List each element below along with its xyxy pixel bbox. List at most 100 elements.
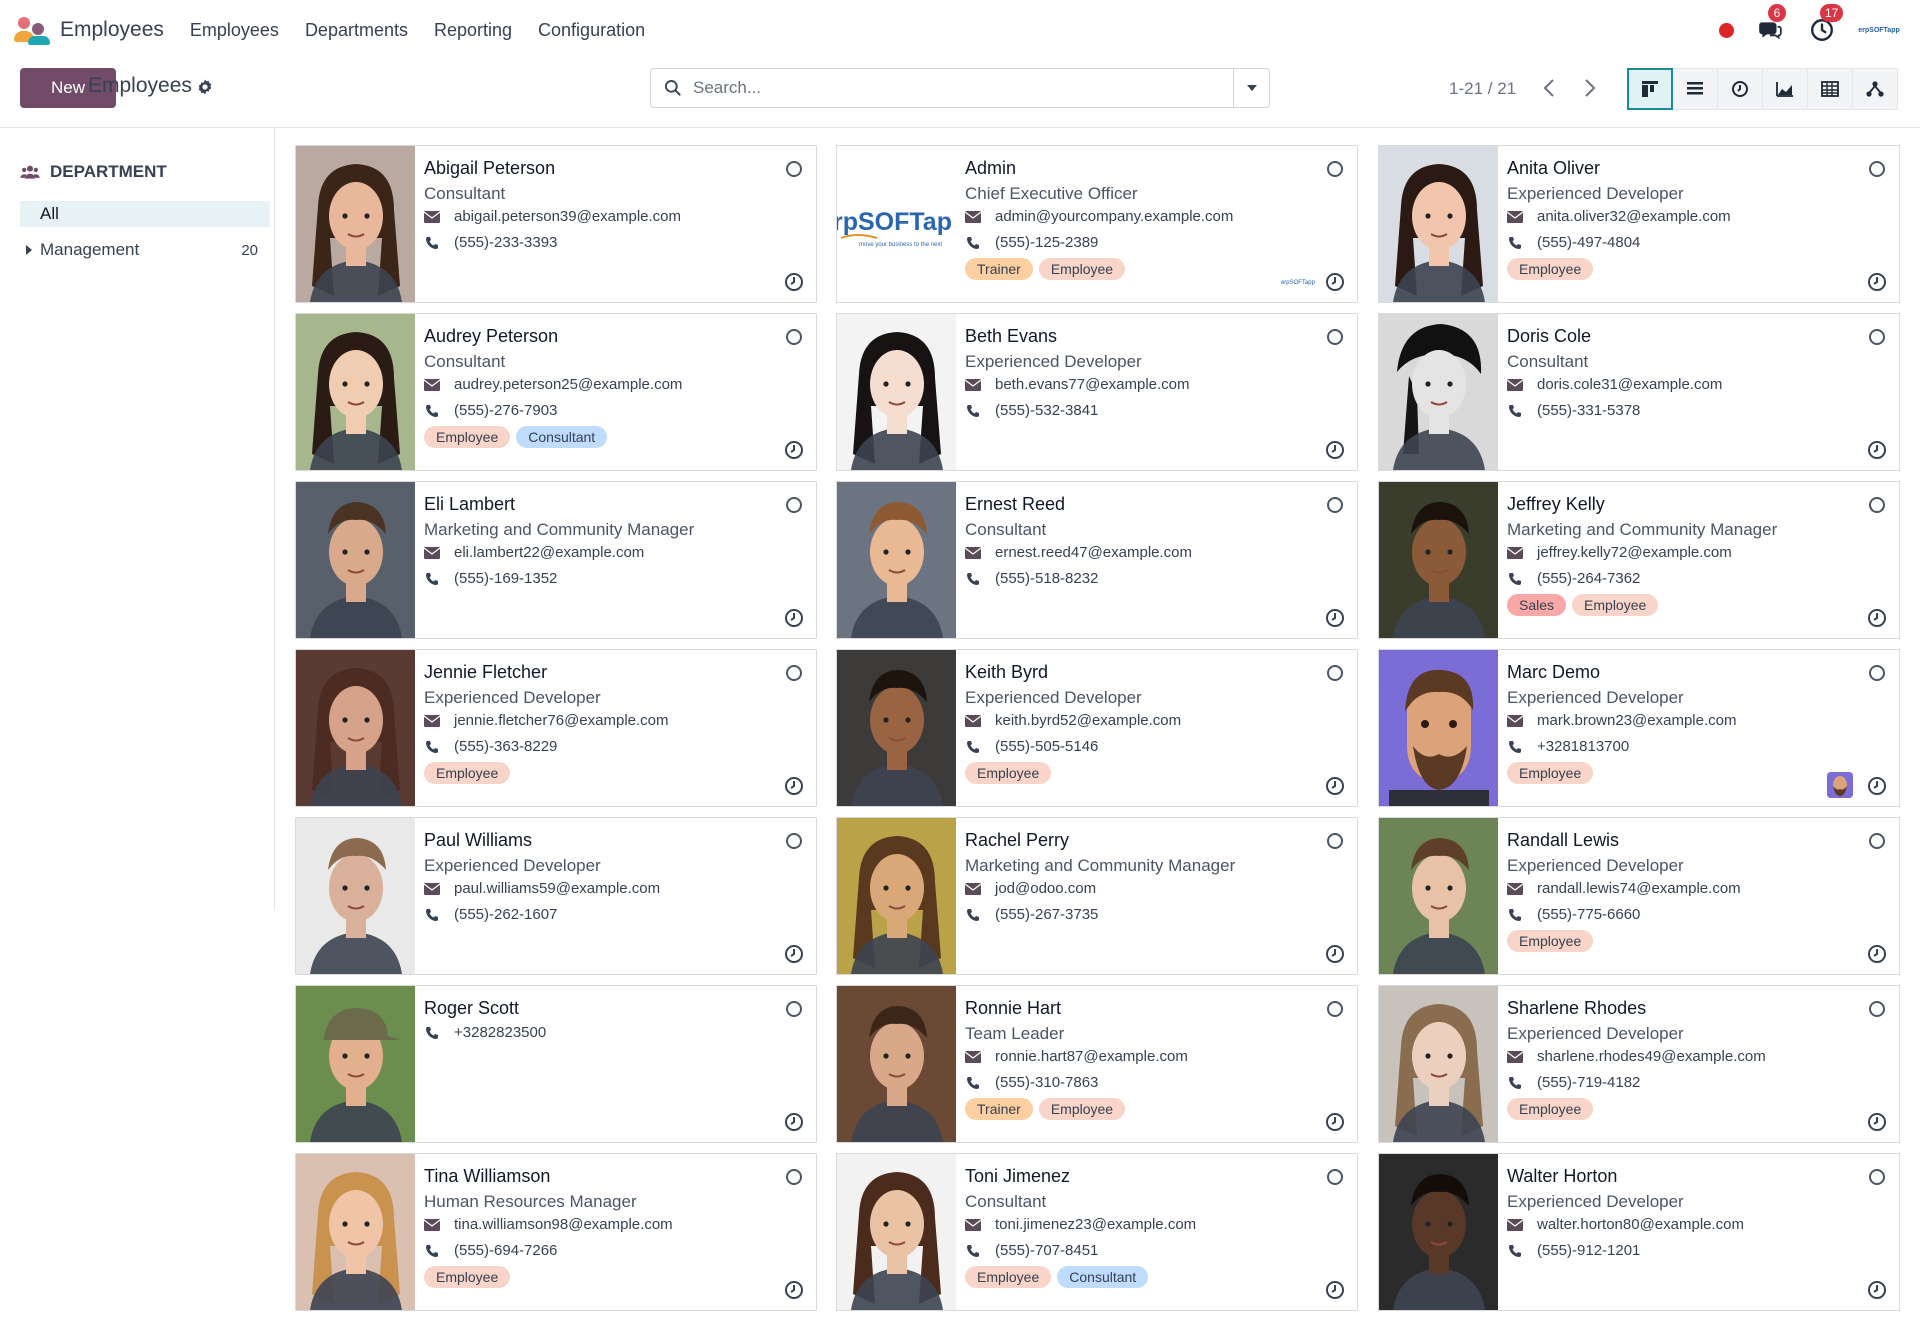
- employee-phone[interactable]: (555)-262-1607: [454, 906, 557, 923]
- activity-clock-icon[interactable]: [1325, 440, 1345, 460]
- employee-email[interactable]: doris.cole31@example.com: [1537, 376, 1722, 393]
- activities-button[interactable]: 17: [1808, 4, 1844, 44]
- app-name[interactable]: Employees: [60, 18, 164, 42]
- employee-card[interactable]: Keith Byrd Experienced Developer keith.byr…: [836, 649, 1358, 807]
- activity-clock-icon[interactable]: [1867, 272, 1887, 292]
- activity-clock-icon[interactable]: [784, 1112, 804, 1132]
- employee-phone[interactable]: +3281813700: [1537, 738, 1629, 755]
- employee-card[interactable]: Toni Jimenez Consultant toni.jimenez23@exa…: [836, 1153, 1358, 1311]
- pager-value[interactable]: 1-21 / 21: [1449, 79, 1516, 99]
- company-switcher[interactable]: erpSOFTapp: [1858, 23, 1899, 37]
- department-filter-all[interactable]: All: [20, 201, 270, 227]
- employee-photo[interactable]: [296, 818, 415, 974]
- employee-email[interactable]: abigail.peterson39@example.com: [454, 208, 681, 225]
- activity-clock-icon[interactable]: [1325, 1112, 1345, 1132]
- activity-clock-icon[interactable]: [1867, 776, 1887, 796]
- kanban-view-button[interactable]: [1627, 68, 1673, 110]
- employee-email[interactable]: walter.horton80@example.com: [1537, 1216, 1744, 1233]
- list-view-button[interactable]: [1672, 68, 1718, 110]
- status-dot-icon[interactable]: [1719, 22, 1734, 38]
- employee-card[interactable]: Walter Horton Experienced Developer walter…: [1378, 1153, 1900, 1311]
- employee-email[interactable]: anita.oliver32@example.com: [1537, 208, 1731, 225]
- employee-photo[interactable]: [837, 986, 956, 1142]
- employee-email[interactable]: keith.byrd52@example.com: [995, 712, 1181, 729]
- employee-photo[interactable]: [1379, 146, 1498, 302]
- pager-previous-button[interactable]: [1530, 68, 1568, 108]
- employee-card[interactable]: Jeffrey Kelly Marketing and Community Man…: [1378, 481, 1900, 639]
- employee-email[interactable]: audrey.peterson25@example.com: [454, 376, 682, 393]
- activity-clock-icon[interactable]: [1867, 608, 1887, 628]
- employee-phone[interactable]: (555)-331-5378: [1537, 402, 1640, 419]
- employee-photo[interactable]: [837, 818, 956, 974]
- employee-photo[interactable]: [1379, 314, 1498, 470]
- employee-photo[interactable]: [1379, 818, 1498, 974]
- activity-clock-icon[interactable]: [1325, 1280, 1345, 1300]
- activity-clock-icon[interactable]: [1325, 608, 1345, 628]
- employee-photo[interactable]: [296, 986, 415, 1142]
- graph-view-button[interactable]: [1762, 68, 1808, 110]
- activity-view-button[interactable]: [1717, 68, 1763, 110]
- employee-photo[interactable]: [1379, 986, 1498, 1142]
- employee-phone[interactable]: (555)-912-1201: [1537, 1242, 1640, 1259]
- employee-email[interactable]: jeffrey.kelly72@example.com: [1537, 544, 1732, 561]
- employee-card[interactable]: Tina Williamson Human Resources Manager ti…: [295, 1153, 817, 1311]
- activity-clock-icon[interactable]: [1325, 272, 1345, 292]
- employee-card[interactable]: Beth Evans Experienced Developer beth.evan…: [836, 313, 1358, 471]
- activity-clock-icon[interactable]: [784, 944, 804, 964]
- employee-email[interactable]: ernest.reed47@example.com: [995, 544, 1192, 561]
- employee-phone[interactable]: (555)-694-7266: [454, 1242, 557, 1259]
- employee-card[interactable]: rpSOFTap move your business to the next Ad…: [836, 145, 1358, 303]
- employee-card[interactable]: Audrey Peterson Consultant audrey.peterson…: [295, 313, 817, 471]
- employee-card[interactable]: Jennie Fletcher Experienced Developer jenn…: [295, 649, 817, 807]
- employee-phone[interactable]: (555)-775-6660: [1537, 906, 1640, 923]
- menu-employees[interactable]: Employees: [190, 20, 279, 41]
- employee-email[interactable]: randall.lewis74@example.com: [1537, 880, 1741, 897]
- employee-email[interactable]: admin@yourcompany.example.com: [995, 208, 1233, 225]
- caret-right-icon[interactable]: [26, 245, 32, 255]
- messages-button[interactable]: 6: [1756, 4, 1786, 44]
- employee-photo[interactable]: rpSOFTap move your business to the next: [837, 146, 956, 302]
- employee-phone[interactable]: (555)-264-7362: [1537, 570, 1640, 587]
- activity-clock-icon[interactable]: [1867, 944, 1887, 964]
- search-options-toggle[interactable]: [1233, 69, 1269, 107]
- employee-phone[interactable]: +3282823500: [454, 1024, 546, 1041]
- employee-card[interactable]: Paul Williams Experienced Developer paul.w…: [295, 817, 817, 975]
- activity-clock-icon[interactable]: [784, 272, 804, 292]
- employee-phone[interactable]: (555)-719-4182: [1537, 1074, 1640, 1091]
- activity-clock-icon[interactable]: [784, 776, 804, 796]
- activity-clock-icon[interactable]: [1325, 776, 1345, 796]
- employee-phone[interactable]: (555)-125-2389: [995, 234, 1098, 251]
- employee-photo[interactable]: [837, 314, 956, 470]
- menu-departments[interactable]: Departments: [305, 20, 408, 41]
- search-bar[interactable]: [650, 68, 1270, 108]
- employee-phone[interactable]: (555)-233-3393: [454, 234, 557, 251]
- activity-clock-icon[interactable]: [784, 1280, 804, 1300]
- pager-next-button[interactable]: [1571, 68, 1609, 108]
- employee-email[interactable]: ronnie.hart87@example.com: [995, 1048, 1188, 1065]
- pivot-view-button[interactable]: [1807, 68, 1853, 110]
- gear-icon[interactable]: [196, 78, 214, 96]
- employee-email[interactable]: jod@odoo.com: [995, 880, 1096, 897]
- menu-reporting[interactable]: Reporting: [434, 20, 512, 41]
- employee-card[interactable]: Ernest Reed Consultant ernest.reed47@examp…: [836, 481, 1358, 639]
- employee-photo[interactable]: [296, 314, 415, 470]
- employee-photo[interactable]: [296, 482, 415, 638]
- activity-clock-icon[interactable]: [784, 608, 804, 628]
- employee-photo[interactable]: [1379, 482, 1498, 638]
- employee-email[interactable]: tina.williamson98@example.com: [454, 1216, 673, 1233]
- employee-card[interactable]: Marc Demo Experienced Developer mark.brown…: [1378, 649, 1900, 807]
- employee-photo[interactable]: [296, 146, 415, 302]
- employee-card[interactable]: Abigail Peterson Consultant abigail.peters…: [295, 145, 817, 303]
- employee-phone[interactable]: (555)-267-3735: [995, 906, 1098, 923]
- employee-photo[interactable]: [1379, 650, 1498, 806]
- employee-email[interactable]: jennie.fletcher76@example.com: [454, 712, 669, 729]
- employee-email[interactable]: toni.jimenez23@example.com: [995, 1216, 1196, 1233]
- employee-phone[interactable]: (555)-707-8451: [995, 1242, 1098, 1259]
- employee-phone[interactable]: (555)-276-7903: [454, 402, 557, 419]
- activity-clock-icon[interactable]: [1867, 1280, 1887, 1300]
- menu-configuration[interactable]: Configuration: [538, 20, 645, 41]
- employee-card[interactable]: Ronnie Hart Team Leader ronnie.hart87@exam…: [836, 985, 1358, 1143]
- employee-email[interactable]: paul.williams59@example.com: [454, 880, 660, 897]
- employee-photo[interactable]: [837, 650, 956, 806]
- employee-phone[interactable]: (555)-310-7863: [995, 1074, 1098, 1091]
